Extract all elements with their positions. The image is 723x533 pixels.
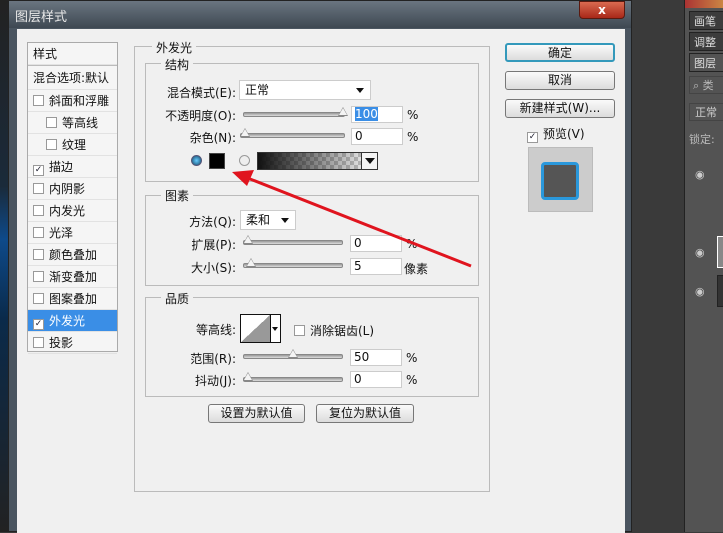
red-annotation-arrow	[232, 170, 472, 268]
arrow-line	[244, 175, 472, 268]
